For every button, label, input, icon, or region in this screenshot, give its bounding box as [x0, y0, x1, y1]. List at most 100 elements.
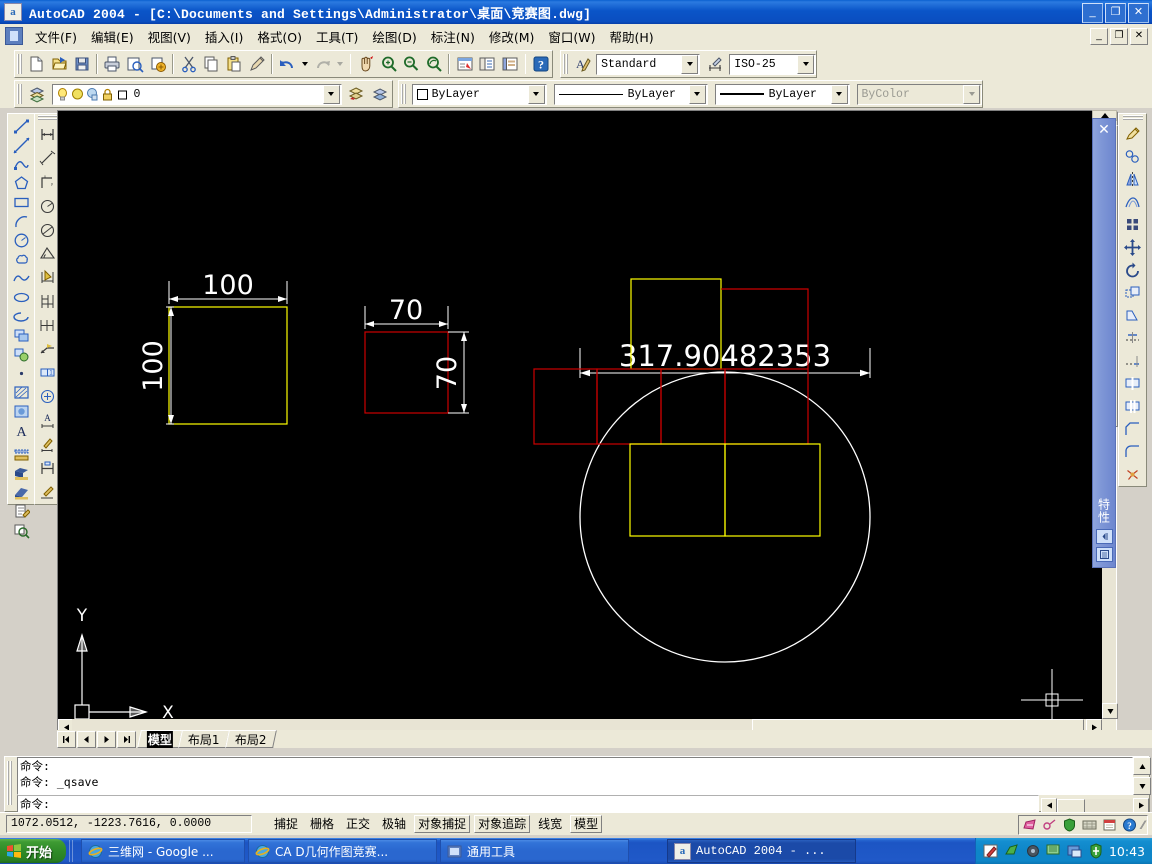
hatch-icon[interactable]	[10, 383, 34, 402]
lineweight-combo[interactable]: ByLayer	[714, 83, 850, 105]
insert-block-icon[interactable]	[10, 326, 34, 345]
taskbar-clock[interactable]: 10:43	[1109, 844, 1145, 859]
tab-layout1[interactable]: 布局1	[178, 730, 230, 748]
arc-icon[interactable]	[10, 212, 34, 231]
spline-icon[interactable]	[10, 269, 34, 288]
continue-dimension-icon[interactable]	[36, 313, 60, 337]
move-icon[interactable]	[1121, 236, 1145, 259]
aligned-dimension-icon[interactable]	[36, 147, 60, 171]
toolbar-grip[interactable]	[37, 115, 58, 121]
polygon-icon[interactable]	[10, 174, 34, 193]
taskbar-item-tools[interactable]: 通用工具	[440, 839, 630, 863]
region-icon[interactable]: A	[10, 421, 34, 440]
pan-realtime-icon[interactable]	[355, 52, 376, 76]
start-button[interactable]: 开始	[0, 839, 67, 863]
array-icon[interactable]	[1121, 213, 1145, 236]
shield-icon[interactable]	[1062, 818, 1077, 832]
ordinate-dimension-icon[interactable]: xy	[36, 171, 60, 195]
text-style-icon[interactable]: A	[572, 52, 593, 76]
chevron-down-icon[interactable]	[681, 54, 699, 74]
extend-icon[interactable]	[1121, 350, 1145, 373]
plot-icon[interactable]	[1042, 818, 1057, 832]
dimension-update-icon[interactable]	[36, 456, 60, 480]
menu-file[interactable]: 文件(F)	[28, 24, 84, 49]
snap-toggle[interactable]: 捕捉	[270, 815, 303, 833]
tab-next-button[interactable]	[97, 730, 116, 748]
break-icon[interactable]	[1121, 395, 1145, 418]
close-icon[interactable]: ✕	[1098, 122, 1110, 136]
toolbar-grip[interactable]	[17, 54, 23, 74]
help-icon[interactable]: ?	[1122, 818, 1137, 832]
zoom-window-icon[interactable]	[401, 52, 422, 76]
tab-layout2[interactable]: 布局2	[224, 730, 277, 748]
solids-box-icon[interactable]	[10, 464, 34, 483]
layer-manager-icon[interactable]	[26, 82, 48, 106]
toolbar-grip[interactable]	[1122, 115, 1143, 121]
dim-style-combo[interactable]: ISO-25	[729, 53, 816, 75]
zoom-previous-icon[interactable]	[424, 52, 445, 76]
fillet-icon[interactable]	[1121, 440, 1145, 463]
circle-icon[interactable]	[10, 231, 34, 250]
plot-preview-icon[interactable]	[125, 52, 146, 76]
model-space-canvas[interactable]: 100 100 70 70 317.90482353 Y X	[58, 111, 1102, 719]
mirror-icon[interactable]	[1121, 168, 1145, 191]
communication-center-icon[interactable]	[1022, 818, 1037, 832]
coordinate-display[interactable]: 1072.0512, -1223.7616, 0.0000	[6, 815, 252, 833]
tab-first-button[interactable]	[57, 730, 76, 748]
taskbar-item-ie2[interactable]: CA D几何作图竞赛...	[248, 839, 438, 863]
linear-dimension-icon[interactable]	[36, 123, 60, 147]
taskbar-item-autocad[interactable]: a AutoCAD 2004 - ...	[667, 839, 857, 863]
menu-modify[interactable]: 修改(M)	[482, 24, 542, 49]
tolerance-icon[interactable]: 1	[36, 361, 60, 385]
drawing-area[interactable]: 100 100 70 70 317.90482353 Y X	[57, 110, 1118, 735]
linetype-combo[interactable]: ByLayer	[553, 83, 708, 105]
ortho-toggle[interactable]: 正交	[342, 815, 375, 833]
zoom-realtime-icon[interactable]	[378, 52, 399, 76]
cut-icon[interactable]	[178, 52, 199, 76]
command-scroll-down-button[interactable]	[1133, 777, 1151, 795]
offset-icon[interactable]	[1121, 191, 1145, 214]
dim-style-icon[interactable]	[705, 52, 726, 76]
menu-window[interactable]: 窗口(W)	[541, 24, 602, 49]
ellipse-arc-icon[interactable]	[10, 307, 34, 326]
gradient-icon[interactable]	[10, 402, 34, 421]
menu-tools[interactable]: 工具(T)	[309, 24, 365, 49]
color-combo[interactable]: ByLayer	[411, 83, 547, 105]
zoom-extents-icon[interactable]	[10, 521, 34, 540]
radius-dimension-icon[interactable]	[36, 194, 60, 218]
angular-dimension-icon[interactable]	[36, 242, 60, 266]
chamfer-icon[interactable]	[1121, 418, 1145, 441]
chevron-down-icon[interactable]	[797, 54, 814, 74]
make-block-icon[interactable]	[10, 345, 34, 364]
multiline-icon[interactable]	[10, 445, 34, 464]
tab-model[interactable]: 模型	[137, 730, 183, 748]
tab-last-button[interactable]	[117, 730, 136, 748]
menu-insert[interactable]: 插入(I)	[198, 24, 250, 49]
break-at-point-icon[interactable]	[1121, 372, 1145, 395]
copy-icon[interactable]	[201, 52, 222, 76]
quick-dimension-icon[interactable]	[36, 266, 60, 290]
trim-icon[interactable]	[1121, 327, 1145, 350]
otrack-toggle[interactable]: 对象追踪	[474, 815, 531, 833]
toolpalettes-icon[interactable]	[500, 52, 521, 76]
properties-icon[interactable]	[454, 52, 475, 76]
model-paper-toggle[interactable]: 模型	[570, 815, 603, 833]
stretch-icon[interactable]	[1121, 304, 1145, 327]
edit-text-icon[interactable]	[10, 502, 34, 521]
dimension-text-edit-icon[interactable]	[36, 433, 60, 457]
plot-icon[interactable]	[102, 52, 123, 76]
make-object-layer-current-icon[interactable]	[345, 82, 367, 106]
manage-xrefs-icon[interactable]	[1082, 818, 1097, 832]
match-properties-icon[interactable]	[246, 52, 267, 76]
menu-dimension[interactable]: 标注(N)	[424, 24, 482, 49]
plot-notify-icon[interactable]	[1102, 818, 1117, 832]
chevron-down-icon[interactable]	[688, 84, 706, 104]
grid-toggle[interactable]: 栅格	[306, 815, 339, 833]
close-button[interactable]: ✕	[1128, 3, 1149, 23]
chevron-down-icon[interactable]	[322, 84, 340, 104]
undo-dropdown-icon[interactable]	[300, 52, 311, 76]
autohide-icon[interactable]	[1095, 529, 1113, 544]
minimize-button[interactable]: _	[1082, 3, 1103, 23]
new-icon[interactable]	[26, 52, 47, 76]
menu-format[interactable]: 格式(O)	[250, 24, 309, 49]
